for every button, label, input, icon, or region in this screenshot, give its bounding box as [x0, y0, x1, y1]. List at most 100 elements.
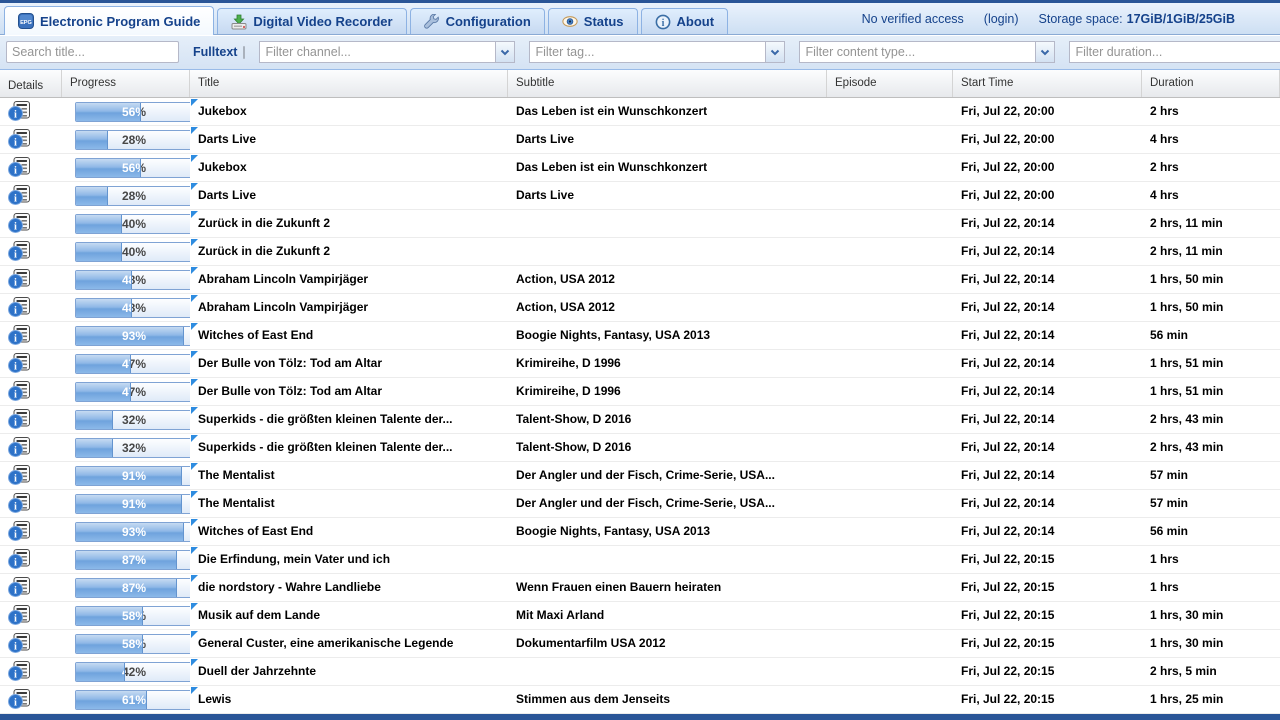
details-icon[interactable]: i: [8, 101, 31, 125]
program-row[interactable]: i 58% 58% Musik auf dem Lande Mit Maxi A…: [0, 602, 1280, 630]
duration-cell: 2 hrs, 11 min: [1142, 210, 1280, 237]
program-row[interactable]: i 40% 40% Zurück in die Zukunft 2 Fri, J…: [0, 210, 1280, 238]
column-header-title[interactable]: Title: [190, 70, 508, 97]
epg-grid-body: i 56% 56% Jukebox Das Leben ist ein Wuns…: [0, 98, 1280, 714]
details-icon[interactable]: i: [8, 213, 31, 237]
details-cell: i: [0, 434, 62, 461]
program-row[interactable]: i 47% 47% Der Bulle von Tölz: Tod am Alt…: [0, 378, 1280, 406]
column-header-subtitle[interactable]: Subtitle: [508, 70, 827, 97]
column-header-details[interactable]: Details: [0, 70, 62, 97]
svg-text:i: i: [14, 334, 17, 345]
details-cell: i: [0, 154, 62, 181]
storage-value: 17GiB/1GiB/25GiB: [1127, 12, 1235, 26]
tab-status[interactable]: Status: [548, 8, 638, 34]
details-icon[interactable]: i: [8, 493, 31, 517]
details-cell: i: [0, 350, 62, 377]
progress-label-overlay: 40%: [76, 243, 122, 261]
details-icon[interactable]: i: [8, 157, 31, 181]
details-icon[interactable]: i: [8, 521, 31, 545]
column-header-episode[interactable]: Episode: [827, 70, 953, 97]
title-cell: Abraham Lincoln Vampirjäger: [190, 266, 508, 293]
filter-tag-field[interactable]: Filter tag...: [529, 41, 765, 63]
program-row[interactable]: i 58% 58% General Custer, eine amerikani…: [0, 630, 1280, 658]
program-row[interactable]: i 91% 91% The Mentalist Der Angler und d…: [0, 490, 1280, 518]
program-row[interactable]: i 56% 56% Jukebox Das Leben ist ein Wuns…: [0, 154, 1280, 182]
program-row[interactable]: i 42% 42% Duell der Jahrzehnte Fri, Jul …: [0, 658, 1280, 686]
details-icon[interactable]: i: [8, 297, 31, 321]
filter-content-type-field[interactable]: Filter content type...: [799, 41, 1035, 63]
details-icon[interactable]: i: [8, 633, 31, 657]
details-icon[interactable]: i: [8, 577, 31, 601]
filter-content-type-dropdown-trigger[interactable]: [1035, 41, 1055, 63]
details-icon[interactable]: i: [8, 409, 31, 433]
start-time-cell: Fri, Jul 22, 20:14: [953, 322, 1142, 349]
program-row[interactable]: i 93% 93% Witches of East End Boogie Nig…: [0, 322, 1280, 350]
filter-tag-combo[interactable]: Filter tag...: [529, 41, 785, 63]
details-icon[interactable]: i: [8, 353, 31, 377]
episode-cell: [827, 686, 953, 713]
filter-content-type-combo[interactable]: Filter content type...: [799, 41, 1055, 63]
program-row[interactable]: i 28% 28% Darts Live Darts Live Fri, Jul…: [0, 126, 1280, 154]
column-header-duration[interactable]: Duration: [1142, 70, 1280, 97]
program-row[interactable]: i 47% 47% Der Bulle von Tölz: Tod am Alt…: [0, 350, 1280, 378]
chevron-down-icon: [770, 49, 780, 56]
duration-cell: 4 hrs: [1142, 126, 1280, 153]
program-row[interactable]: i 48% 48% Abraham Lincoln Vampirjäger Ac…: [0, 294, 1280, 322]
details-icon[interactable]: i: [8, 437, 31, 461]
window-bottom-border: [0, 714, 1280, 720]
login-link[interactable]: (login): [984, 12, 1019, 26]
fulltext-checkbox[interactable]: [243, 46, 245, 59]
details-icon[interactable]: i: [8, 381, 31, 405]
details-icon[interactable]: i: [8, 549, 31, 573]
program-row[interactable]: i 32% 32% Superkids - die größten kleine…: [0, 406, 1280, 434]
details-icon[interactable]: i: [8, 129, 31, 153]
tab-configuration[interactable]: Configuration: [410, 8, 545, 34]
tab-about[interactable]: i About: [641, 8, 729, 34]
progress-fill: 42%: [76, 663, 125, 681]
details-icon[interactable]: i: [8, 465, 31, 489]
program-row[interactable]: i 28% 28% Darts Live Darts Live Fri, Jul…: [0, 182, 1280, 210]
subtitle-cell: Talent-Show, D 2016: [508, 406, 827, 433]
program-title: Witches of East End: [198, 524, 313, 538]
details-icon[interactable]: i: [8, 325, 31, 349]
filter-duration-field[interactable]: Filter duration...: [1069, 41, 1280, 63]
details-icon[interactable]: i: [8, 605, 31, 629]
details-icon[interactable]: i: [8, 185, 31, 209]
column-header-progress[interactable]: Progress: [62, 70, 190, 97]
title-cell: Musik auf dem Lande: [190, 602, 508, 629]
progress-label-overlay: 28%: [76, 131, 108, 149]
start-time-cell: Fri, Jul 22, 20:15: [953, 574, 1142, 601]
details-icon[interactable]: i: [8, 269, 31, 293]
program-row[interactable]: i 61% 61% Lewis Stimmen aus dem Jenseits…: [0, 686, 1280, 714]
duration-cell: 1 hrs: [1142, 574, 1280, 601]
search-title-input[interactable]: [6, 41, 179, 63]
program-row[interactable]: i 93% 93% Witches of East End Boogie Nig…: [0, 518, 1280, 546]
program-row[interactable]: i 56% 56% Jukebox Das Leben ist ein Wuns…: [0, 98, 1280, 126]
details-icon[interactable]: i: [8, 689, 31, 713]
filter-channel-field[interactable]: Filter channel...: [259, 41, 495, 63]
filter-duration-combo[interactable]: Filter duration...: [1069, 41, 1280, 63]
tab-digital-video-recorder[interactable]: Digital Video Recorder: [217, 8, 406, 34]
program-row[interactable]: i 91% 91% The Mentalist Der Angler und d…: [0, 462, 1280, 490]
column-header-start-time[interactable]: Start Time: [953, 70, 1142, 97]
details-cell: i: [0, 322, 62, 349]
program-row[interactable]: i 48% 48% Abraham Lincoln Vampirjäger Ac…: [0, 266, 1280, 294]
filter-channel-dropdown-trigger[interactable]: [495, 41, 515, 63]
tab-electronic-program-guide[interactable]: EPG Electronic Program Guide: [4, 6, 214, 35]
details-icon[interactable]: i: [8, 241, 31, 265]
details-cell: i: [0, 238, 62, 265]
filter-channel-combo[interactable]: Filter channel...: [259, 41, 515, 63]
progress-label-overlay: 87%: [76, 551, 177, 569]
program-row[interactable]: i 40% 40% Zurück in die Zukunft 2 Fri, J…: [0, 238, 1280, 266]
program-row[interactable]: i 87% 87% die nordstory - Wahre Landlieb…: [0, 574, 1280, 602]
program-row[interactable]: i 32% 32% Superkids - die größten kleine…: [0, 434, 1280, 462]
program-row[interactable]: i 87% 87% Die Erfindung, mein Vater und …: [0, 546, 1280, 574]
details-cell: i: [0, 98, 62, 125]
filter-tag-dropdown-trigger[interactable]: [765, 41, 785, 63]
svg-text:i: i: [14, 502, 17, 513]
episode-cell: [827, 210, 953, 237]
progress-cell: 48% 48%: [62, 294, 190, 321]
wrench-icon: [424, 14, 440, 30]
start-time-cell: Fri, Jul 22, 20:14: [953, 434, 1142, 461]
details-icon[interactable]: i: [8, 661, 31, 685]
